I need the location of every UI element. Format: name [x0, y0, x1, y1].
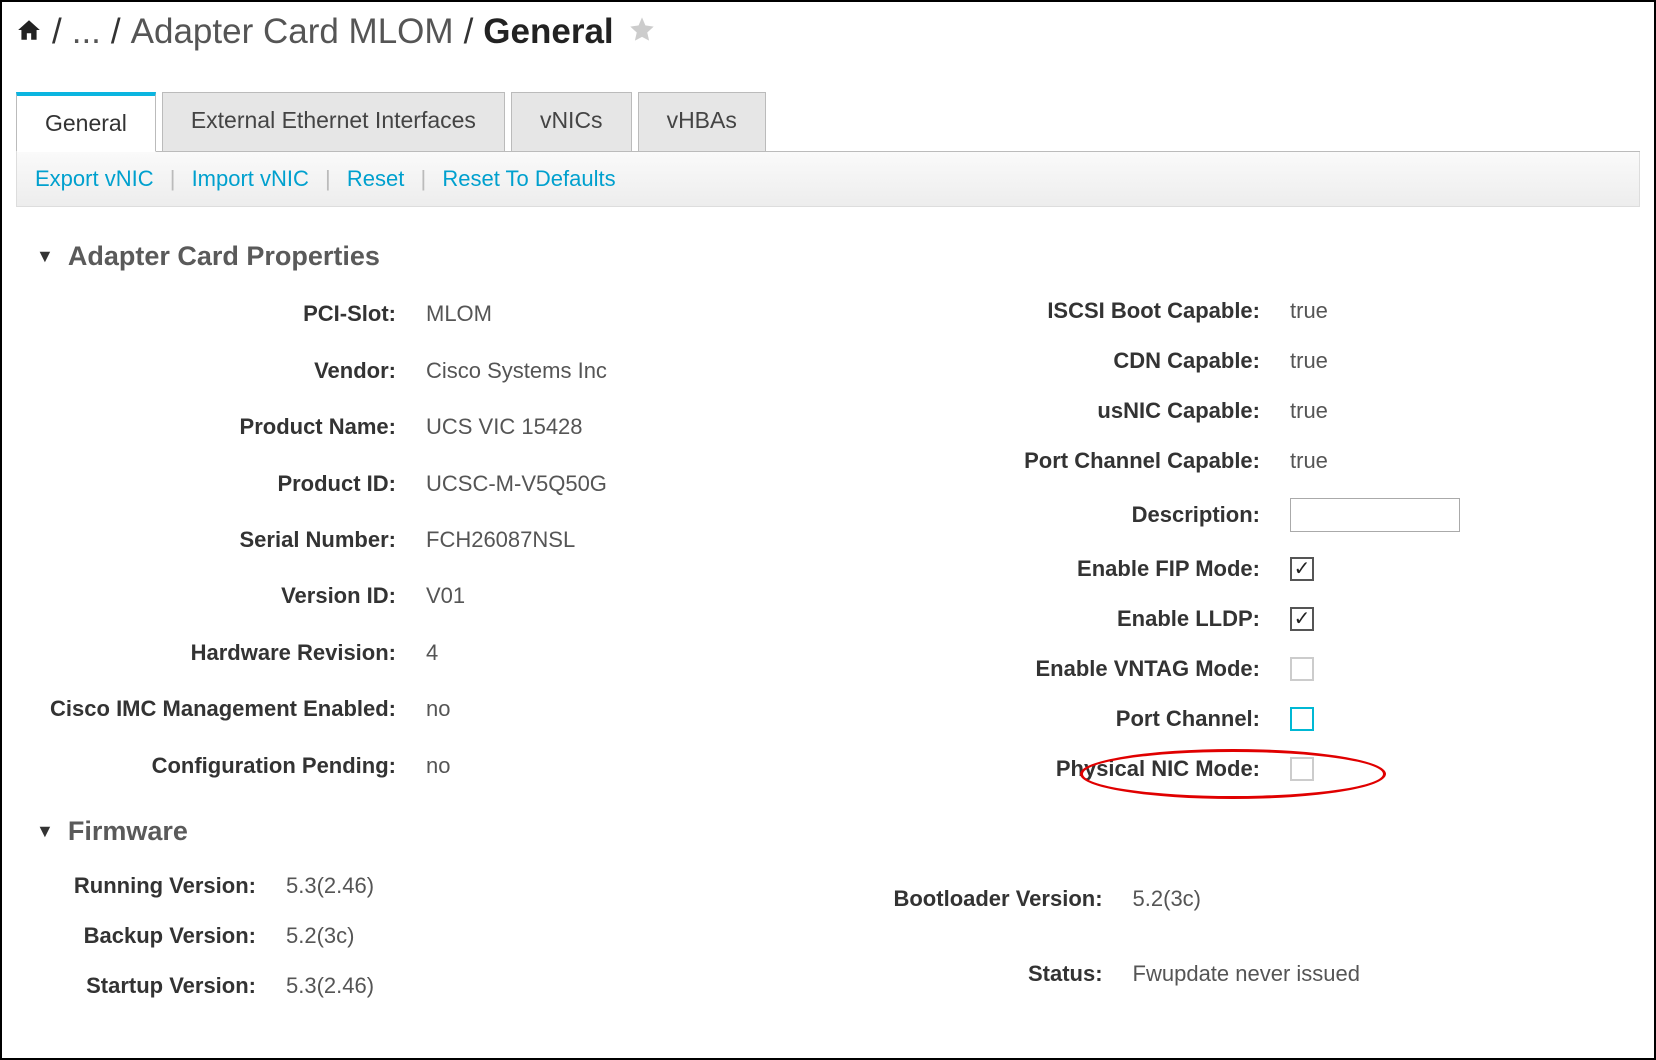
checkbox-vntag[interactable]	[1290, 657, 1314, 681]
checkbox-fip[interactable]	[1290, 557, 1314, 581]
label-pci-slot: PCI-Slot:	[36, 301, 396, 327]
tab-vnics[interactable]: vNICs	[511, 92, 632, 151]
label-cfg-pending: Configuration Pending:	[36, 753, 396, 779]
value-product-id: UCSC-M-V5Q50G	[426, 471, 686, 497]
label-backup: Backup Version:	[36, 923, 256, 949]
value-product-name: UCS VIC 15428	[426, 414, 686, 440]
label-status: Status:	[843, 961, 1103, 987]
value-version-id: V01	[426, 583, 686, 609]
tab-general[interactable]: General	[16, 92, 156, 152]
value-startup: 5.3(2.46)	[286, 973, 546, 999]
section-title: Adapter Card Properties	[68, 241, 380, 272]
action-reset[interactable]: Reset	[347, 166, 404, 191]
label-product-id: Product ID:	[36, 471, 396, 497]
label-vntag: Enable VNTAG Mode:	[960, 656, 1260, 682]
label-pnic: Physical NIC Mode:	[960, 756, 1260, 782]
breadcrumb-sep: /	[464, 12, 474, 52]
value-running: 5.3(2.46)	[286, 873, 546, 899]
favorite-star-icon[interactable]	[618, 12, 656, 52]
section-adapter-properties: ▼ Adapter Card Properties PCI-Slot: MLOM…	[16, 241, 1640, 782]
value-hw-rev: 4	[426, 640, 686, 666]
section-header-firmware[interactable]: ▼ Firmware	[36, 816, 1620, 847]
value-cdn: true	[1290, 348, 1460, 374]
section-firmware: ▼ Firmware Running Version: 5.3(2.46) Ba…	[16, 816, 1640, 999]
label-lldp: Enable LLDP:	[960, 606, 1260, 632]
label-cdn: CDN Capable:	[960, 348, 1260, 374]
label-bootloader: Bootloader Version:	[843, 886, 1103, 912]
label-running: Running Version:	[36, 873, 256, 899]
action-reset-defaults[interactable]: Reset To Defaults	[442, 166, 615, 191]
tabs: General External Ethernet Interfaces vNI…	[16, 92, 1640, 152]
value-imc: no	[426, 696, 686, 722]
collapse-icon: ▼	[36, 246, 54, 267]
section-header-adapter[interactable]: ▼ Adapter Card Properties	[36, 241, 1620, 272]
tab-vhbas[interactable]: vHBAs	[638, 92, 766, 151]
highlight-physical-nic	[1290, 757, 1460, 781]
value-pcc: true	[1290, 448, 1460, 474]
checkbox-physical-nic[interactable]	[1290, 757, 1314, 781]
checkbox-lldp[interactable]	[1290, 607, 1314, 631]
tab-external-eth[interactable]: External Ethernet Interfaces	[162, 92, 505, 151]
breadcrumb-prev[interactable]: Adapter Card MLOM	[131, 12, 454, 52]
value-serial: FCH26087NSL	[426, 527, 686, 553]
breadcrumb-ellipsis[interactable]: ...	[72, 12, 101, 52]
collapse-icon: ▼	[36, 821, 54, 842]
action-bar: Export vNIC | Import vNIC | Reset | Rese…	[16, 152, 1640, 207]
label-usnic: usNIC Capable:	[960, 398, 1260, 424]
checkbox-port-channel[interactable]	[1290, 707, 1314, 731]
label-product-name: Product Name:	[36, 414, 396, 440]
breadcrumb: / ... / Adapter Card MLOM / General	[16, 12, 1640, 52]
label-imc: Cisco IMC Management Enabled:	[36, 696, 396, 722]
label-portch: Port Channel:	[960, 706, 1260, 732]
value-backup: 5.2(3c)	[286, 923, 546, 949]
value-iscsi: true	[1290, 298, 1460, 324]
breadcrumb-sep: /	[111, 12, 121, 52]
breadcrumb-sep: /	[52, 12, 62, 52]
description-input[interactable]	[1290, 498, 1460, 532]
label-vendor: Vendor:	[36, 358, 396, 384]
label-serial: Serial Number:	[36, 527, 396, 553]
label-fip: Enable FIP Mode:	[960, 556, 1260, 582]
home-icon[interactable]	[16, 12, 42, 52]
label-description: Description:	[960, 502, 1260, 528]
value-status: Fwupdate never issued	[1133, 961, 1360, 987]
value-cfg-pending: no	[426, 753, 686, 779]
label-startup: Startup Version:	[36, 973, 256, 999]
action-import-vnic[interactable]: Import vNIC	[192, 166, 309, 191]
action-export-vnic[interactable]: Export vNIC	[35, 166, 154, 191]
label-iscsi: ISCSI Boot Capable:	[960, 298, 1260, 324]
breadcrumb-current: General	[483, 12, 613, 52]
value-pci-slot: MLOM	[426, 301, 686, 327]
section-title: Firmware	[68, 816, 188, 847]
value-vendor: Cisco Systems Inc	[426, 358, 686, 384]
label-version-id: Version ID:	[36, 583, 396, 609]
value-usnic: true	[1290, 398, 1460, 424]
label-hw-rev: Hardware Revision:	[36, 640, 396, 666]
label-pcc: Port Channel Capable:	[960, 448, 1260, 474]
value-bootloader: 5.2(3c)	[1133, 886, 1360, 912]
